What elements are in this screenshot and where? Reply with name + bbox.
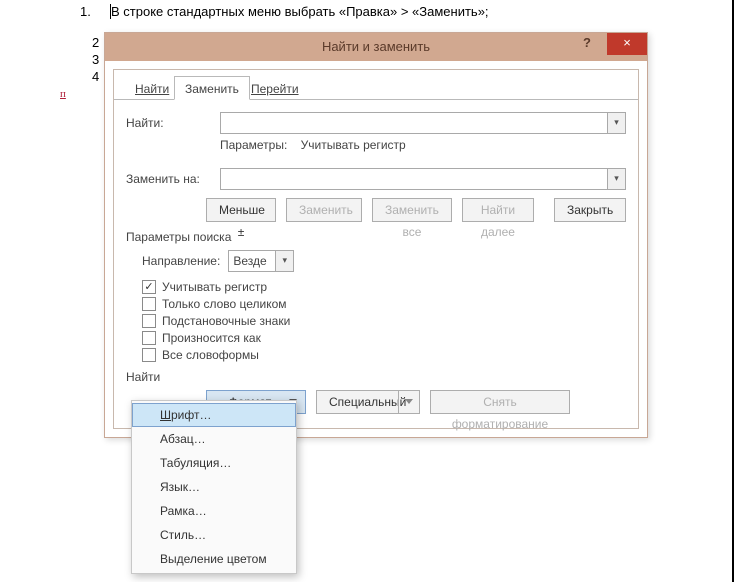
direction-label: Направление: <box>142 254 220 268</box>
menu-paragraph[interactable]: Абзац… <box>132 427 296 451</box>
list-number: 1. <box>80 4 91 19</box>
direction-value: Везде <box>233 254 266 268</box>
titlebar[interactable]: Найти и заменить ? × <box>105 33 647 61</box>
menu-highlight[interactable]: Выделение цветом <box>132 547 296 571</box>
menu-tabs[interactable]: Табуляция… <box>132 451 296 475</box>
checkbox-wildcards[interactable] <box>142 314 156 328</box>
help-button[interactable]: ? <box>567 33 607 55</box>
checkbox-label: Учитывать регистр <box>162 280 267 294</box>
menu-style[interactable]: Стиль… <box>132 523 296 547</box>
replace-all-button[interactable]: Заменить все <box>372 198 452 222</box>
find-replace-dialog: Найти и заменить ? × Найти Заменить Пере… <box>104 32 648 438</box>
options-label: Параметры: <box>220 138 287 152</box>
search-params-label: Параметры поиска <box>126 230 626 244</box>
replace-label: Заменить на: <box>126 172 220 186</box>
paragraph-mark: п <box>60 88 66 100</box>
checkbox-wordforms[interactable] <box>142 348 156 362</box>
chevron-down-icon[interactable]: ▾ <box>607 169 625 189</box>
less-button[interactable]: Меньше ± <box>206 198 276 222</box>
checkbox-whole[interactable] <box>142 297 156 311</box>
chevron-down-icon[interactable]: ▾ <box>607 113 625 133</box>
tab-replace[interactable]: Заменить <box>174 76 250 100</box>
direction-select[interactable]: Везде ▾ <box>228 250 294 272</box>
close-dialog-button[interactable]: Закрыть <box>554 198 626 222</box>
dialog-title: Найти и заменить <box>322 33 430 61</box>
list-number: 2 <box>92 34 99 51</box>
menu-label: Абзац… <box>160 432 206 446</box>
replace-input[interactable]: ▾ <box>220 168 626 190</box>
tab-strip: Найти Заменить Перейти <box>114 76 638 100</box>
find-section-label: Найти <box>126 370 626 384</box>
menu-frame[interactable]: Рамка… <box>132 499 296 523</box>
menu-label: Стиль… <box>160 528 206 542</box>
tab-goto[interactable]: Перейти <box>240 76 310 100</box>
checkbox-label: Только слово целиком <box>162 297 287 311</box>
menu-label: Рамка… <box>160 504 207 518</box>
checkbox-sounds[interactable] <box>142 331 156 345</box>
page-border <box>732 0 734 582</box>
clear-format-button[interactable]: Снять форматирование <box>430 390 570 414</box>
doc-line-1: 1. В строке стандартных меню выбрать «Пр… <box>80 4 489 19</box>
replace-button[interactable]: Заменить <box>286 198 362 222</box>
list-number: 3 <box>92 51 99 68</box>
menu-label: Выделение цветом <box>160 552 267 566</box>
menu-label: Язык… <box>160 480 200 494</box>
tab-find[interactable]: Найти <box>124 76 180 100</box>
find-input[interactable]: ▾ <box>220 112 626 134</box>
format-dropdown: Шрифт… Абзац… Табуляция… Язык… Рамка… Ст… <box>131 400 297 574</box>
doc-text: В строке стандартных меню выбрать «Правк… <box>111 4 489 19</box>
menu-font[interactable]: Шрифт… <box>132 403 296 427</box>
find-next-button[interactable]: Найти далее <box>462 198 534 222</box>
checkbox-label: Произносится как <box>162 331 261 345</box>
menu-label: рифт… <box>171 408 211 422</box>
menu-language[interactable]: Язык… <box>132 475 296 499</box>
doc-nums: 2 3 4 <box>92 34 99 85</box>
checkbox-label: Все словоформы <box>162 348 259 362</box>
special-button[interactable]: Специальный <box>316 390 420 414</box>
checkbox-label: Подстановочные знаки <box>162 314 290 328</box>
options-value: Учитывать регистр <box>301 138 406 152</box>
chevron-down-icon[interactable]: ▾ <box>275 251 293 271</box>
caret-down-icon <box>405 399 413 404</box>
find-label: Найти: <box>126 116 220 130</box>
close-button[interactable]: × <box>607 33 647 55</box>
list-number: 4 <box>92 68 99 85</box>
menu-label: Табуляция… <box>160 456 231 470</box>
checkbox-case[interactable]: ✓ <box>142 280 156 294</box>
